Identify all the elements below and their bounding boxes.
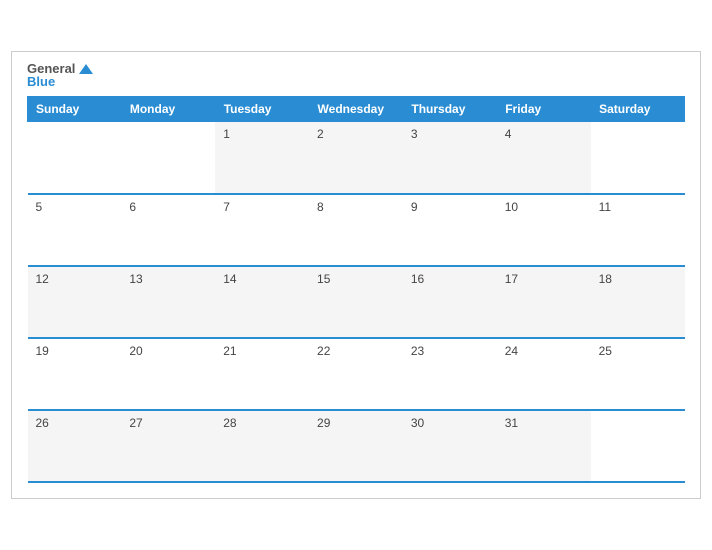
calendar-cell: 13 bbox=[121, 266, 215, 338]
calendar-cell bbox=[121, 122, 215, 194]
calendar-cell: 4 bbox=[497, 122, 591, 194]
calendar-cell: 14 bbox=[215, 266, 309, 338]
day-number: 27 bbox=[129, 416, 142, 430]
weekday-friday: Friday bbox=[497, 97, 591, 122]
day-number: 10 bbox=[505, 200, 518, 214]
day-number: 5 bbox=[36, 200, 43, 214]
day-number: 6 bbox=[129, 200, 136, 214]
day-number: 14 bbox=[223, 272, 236, 286]
day-number: 15 bbox=[317, 272, 330, 286]
calendar-cell: 22 bbox=[309, 338, 403, 410]
weekday-sunday: Sunday bbox=[28, 97, 122, 122]
calendar-cell: 8 bbox=[309, 194, 403, 266]
calendar: General Blue SundayMondayTuesdayWednesda… bbox=[11, 51, 701, 499]
week-row-4: 19 20 21 22 23 24 25 bbox=[28, 338, 685, 410]
weekday-monday: Monday bbox=[121, 97, 215, 122]
week-row-1: 1 2 3 4 bbox=[28, 122, 685, 194]
calendar-cell: 29 bbox=[309, 410, 403, 482]
day-number: 26 bbox=[36, 416, 49, 430]
day-number: 3 bbox=[411, 127, 418, 141]
weekday-wednesday: Wednesday bbox=[309, 97, 403, 122]
day-number: 13 bbox=[129, 272, 142, 286]
day-number: 2 bbox=[317, 127, 324, 141]
calendar-cell: 2 bbox=[309, 122, 403, 194]
week-row-5: 26 27 28 29 30 31 bbox=[28, 410, 685, 482]
weekday-saturday: Saturday bbox=[591, 97, 685, 122]
calendar-cell: 9 bbox=[403, 194, 497, 266]
calendar-cell bbox=[591, 410, 685, 482]
logo: General Blue bbox=[27, 62, 93, 88]
weekday-tuesday: Tuesday bbox=[215, 97, 309, 122]
week-row-3: 12 13 14 15 16 17 18 bbox=[28, 266, 685, 338]
logo-triangle-icon bbox=[79, 64, 93, 74]
calendar-cell: 27 bbox=[121, 410, 215, 482]
calendar-cell: 17 bbox=[497, 266, 591, 338]
calendar-cell: 16 bbox=[403, 266, 497, 338]
day-number: 21 bbox=[223, 344, 236, 358]
calendar-cell: 19 bbox=[28, 338, 122, 410]
calendar-cell: 3 bbox=[403, 122, 497, 194]
calendar-cell: 30 bbox=[403, 410, 497, 482]
day-number: 11 bbox=[599, 200, 611, 214]
day-number: 7 bbox=[223, 200, 230, 214]
calendar-cell: 25 bbox=[591, 338, 685, 410]
calendar-cell: 31 bbox=[497, 410, 591, 482]
day-number: 9 bbox=[411, 200, 418, 214]
weekday-header-row: SundayMondayTuesdayWednesdayThursdayFrid… bbox=[28, 97, 685, 122]
day-number: 20 bbox=[129, 344, 142, 358]
calendar-cell: 5 bbox=[28, 194, 122, 266]
day-number: 30 bbox=[411, 416, 424, 430]
calendar-cell: 11 bbox=[591, 194, 685, 266]
calendar-cell: 20 bbox=[121, 338, 215, 410]
day-number: 22 bbox=[317, 344, 330, 358]
day-number: 17 bbox=[505, 272, 518, 286]
day-number: 25 bbox=[599, 344, 612, 358]
day-number: 19 bbox=[36, 344, 49, 358]
calendar-cell: 6 bbox=[121, 194, 215, 266]
day-number: 28 bbox=[223, 416, 236, 430]
calendar-cell: 24 bbox=[497, 338, 591, 410]
day-number: 4 bbox=[505, 127, 512, 141]
calendar-cell: 28 bbox=[215, 410, 309, 482]
calendar-cell: 15 bbox=[309, 266, 403, 338]
calendar-cell: 18 bbox=[591, 266, 685, 338]
calendar-cell bbox=[591, 122, 685, 194]
calendar-cell: 7 bbox=[215, 194, 309, 266]
calendar-cell: 1 bbox=[215, 122, 309, 194]
calendar-cell: 10 bbox=[497, 194, 591, 266]
day-number: 12 bbox=[36, 272, 49, 286]
day-number: 29 bbox=[317, 416, 330, 430]
calendar-table: SundayMondayTuesdayWednesdayThursdayFrid… bbox=[27, 96, 685, 483]
calendar-cell: 21 bbox=[215, 338, 309, 410]
day-number: 18 bbox=[599, 272, 612, 286]
day-number: 24 bbox=[505, 344, 518, 358]
logo-blue-text: Blue bbox=[27, 75, 93, 88]
day-number: 8 bbox=[317, 200, 324, 214]
day-number: 31 bbox=[505, 416, 518, 430]
calendar-header: General Blue bbox=[27, 62, 685, 88]
day-number: 16 bbox=[411, 272, 424, 286]
calendar-cell: 26 bbox=[28, 410, 122, 482]
calendar-cell: 23 bbox=[403, 338, 497, 410]
calendar-cell bbox=[28, 122, 122, 194]
day-number: 23 bbox=[411, 344, 424, 358]
calendar-cell: 12 bbox=[28, 266, 122, 338]
weekday-thursday: Thursday bbox=[403, 97, 497, 122]
week-row-2: 5 6 7 8 9 10 11 bbox=[28, 194, 685, 266]
day-number: 1 bbox=[223, 127, 230, 141]
